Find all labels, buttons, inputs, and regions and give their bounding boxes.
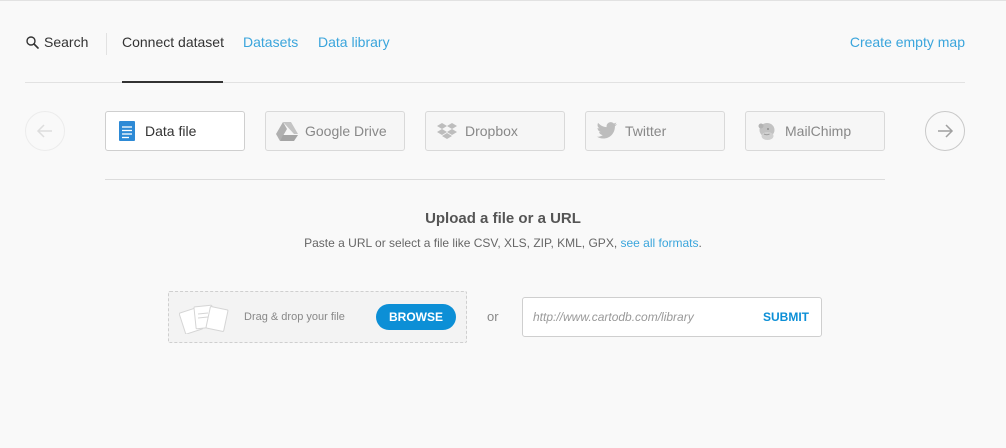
source-tabs: Data file Google Drive Dropbox Twitter M…: [105, 111, 885, 151]
search-button[interactable]: Search: [26, 34, 88, 50]
submit-button[interactable]: SUBMIT: [763, 310, 809, 324]
see-all-formats-link[interactable]: see all formats: [620, 236, 698, 250]
files-icon: [179, 304, 229, 334]
upload-description: Paste a URL or select a file like CSV, X…: [0, 236, 1006, 250]
source-tab-mailchimp[interactable]: MailChimp: [745, 111, 885, 151]
or-label: or: [487, 309, 499, 324]
source-tab-twitter[interactable]: Twitter: [585, 111, 725, 151]
source-tab-google-drive[interactable]: Google Drive: [265, 111, 405, 151]
source-label: Dropbox: [465, 123, 518, 139]
active-tab-indicator: [122, 81, 223, 83]
create-empty-map-link[interactable]: Create empty map: [850, 34, 965, 50]
tab-datasets[interactable]: Datasets: [243, 34, 298, 50]
source-tab-data-file[interactable]: Data file: [105, 111, 245, 151]
arrow-left-icon: [36, 124, 52, 138]
document-icon: [116, 120, 138, 142]
twitter-icon: [596, 120, 618, 142]
browse-button[interactable]: BROWSE: [376, 304, 456, 330]
mailchimp-icon: [756, 120, 778, 142]
arrow-right-icon: [938, 124, 954, 138]
search-icon: [26, 35, 39, 49]
previous-arrow-button[interactable]: [25, 111, 65, 151]
upload-description-text: Paste a URL or select a file like CSV, X…: [304, 236, 621, 250]
section-divider: [105, 179, 885, 180]
tab-data-library[interactable]: Data library: [318, 34, 390, 50]
upload-description-suffix: .: [698, 236, 702, 250]
source-label: Google Drive: [305, 123, 387, 139]
search-label: Search: [44, 34, 89, 50]
google-drive-icon: [276, 120, 298, 142]
source-tab-dropbox[interactable]: Dropbox: [425, 111, 565, 151]
drop-label: Drag & drop your file: [244, 311, 345, 323]
dropbox-icon: [436, 120, 458, 142]
next-arrow-button[interactable]: [925, 111, 965, 151]
source-label: Data file: [145, 123, 197, 139]
nav-separator: [106, 33, 107, 55]
file-dropzone[interactable]: Drag & drop your file BROWSE: [168, 291, 467, 343]
top-navigation: Search Connect dataset Datasets Data lib…: [0, 0, 1006, 84]
url-input[interactable]: [533, 298, 743, 336]
source-label: MailChimp: [785, 123, 852, 139]
upload-title: Upload a file or a URL: [425, 210, 581, 227]
source-label: Twitter: [625, 123, 667, 139]
tab-connect-dataset[interactable]: Connect dataset: [122, 34, 224, 50]
url-form: SUBMIT: [522, 297, 822, 337]
